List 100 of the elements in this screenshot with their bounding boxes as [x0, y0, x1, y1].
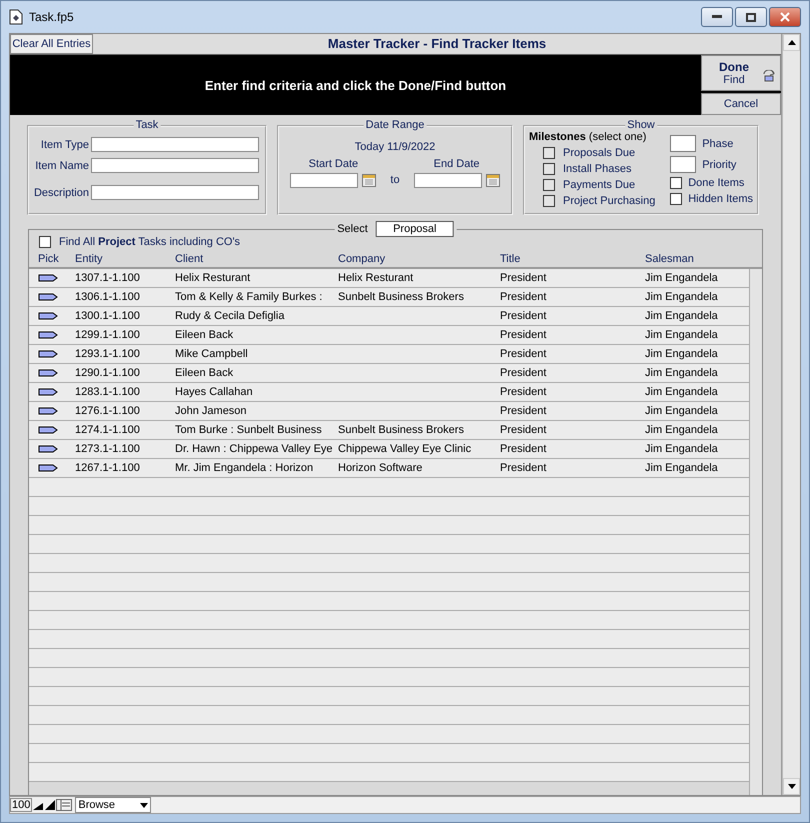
checkbox[interactable]: [39, 236, 51, 248]
checkbox[interactable]: [670, 177, 682, 189]
table-cell-text: Jim Engandela: [645, 367, 719, 379]
field-label: Priority: [702, 158, 736, 170]
scroll-down-button[interactable]: [783, 778, 800, 795]
done-find-button[interactable]: Done Find: [701, 55, 781, 91]
instruction-text: Enter find criteria and click the Done/Find button: [204, 78, 506, 92]
field-label: Phase: [702, 138, 734, 150]
table-cell-text: Helix Resturant: [338, 272, 414, 284]
pencil-icon[interactable]: [38, 445, 58, 453]
pencil-icon[interactable]: [38, 426, 58, 434]
caret-icon: [140, 802, 148, 808]
up-arrow-icon: [788, 40, 796, 45]
field-label: Description: [34, 186, 89, 198]
table-cell-text: President: [500, 272, 548, 284]
table-cell-text: President: [500, 367, 548, 379]
column-header: Entity: [75, 253, 104, 265]
table-cell-text: Jim Engandela: [645, 272, 719, 284]
table-cell-text: Jim Engandela: [645, 424, 719, 436]
pencil-icon[interactable]: [38, 388, 58, 396]
checkbox[interactable]: [543, 163, 555, 175]
find-icon: [762, 70, 776, 82]
table-cell-text: President: [500, 310, 548, 322]
minimize-button[interactable]: [701, 7, 733, 27]
window-title: Task.fp5: [29, 10, 74, 24]
checkbox-label: Install Phases: [563, 163, 632, 175]
column-header: Pick: [38, 253, 60, 265]
input-field[interactable]: [670, 156, 696, 173]
table-cell-text: 1307.1-1.100: [75, 272, 141, 284]
calendar-icon[interactable]: [486, 174, 500, 187]
table-cell-text: Jim Engandela: [645, 291, 719, 303]
table-cell-text: Eileen Back: [175, 329, 234, 341]
table-cell-text: Eileen Back: [175, 367, 234, 379]
zoom-level[interactable]: 100: [10, 798, 32, 812]
clear-all-button[interactable]: Clear All Entries: [10, 34, 93, 54]
column-header: Company: [338, 253, 386, 265]
table-cell-text: 1274.1-1.100: [75, 424, 141, 436]
scroll-up-button[interactable]: [783, 34, 800, 51]
table-cell-text: 1276.1-1.100: [75, 405, 141, 417]
input-field[interactable]: [91, 185, 259, 200]
group-title: Select: [337, 223, 368, 235]
checkbox[interactable]: [543, 195, 555, 207]
column-header: Salesman: [645, 253, 695, 265]
pencil-icon[interactable]: [38, 312, 58, 320]
table-cell-text: President: [500, 462, 548, 474]
input-field[interactable]: [91, 158, 259, 173]
date-field[interactable]: [414, 173, 482, 188]
checkbox-label: Payments Due: [563, 179, 636, 191]
table-cell-text: Chippewa Valley Eye Clinic: [338, 443, 472, 455]
table-cell-text: John Jameson: [175, 405, 248, 417]
table-cell-text: 1267.1-1.100: [75, 462, 141, 474]
table-cell-text: Jim Engandela: [645, 405, 719, 417]
table-cell-text: 1273.1-1.100: [75, 443, 141, 455]
pencil-icon[interactable]: [38, 369, 58, 377]
table-cell-text: Jim Engandela: [645, 462, 719, 474]
checkbox[interactable]: [543, 179, 555, 191]
calendar-icon[interactable]: [362, 174, 376, 187]
table-cell-text: 1290.1-1.100: [75, 367, 141, 379]
pencil-icon[interactable]: [38, 274, 58, 282]
table-cell-text: President: [500, 291, 548, 303]
table-cell-text: President: [500, 424, 548, 436]
close-button[interactable]: [769, 7, 801, 27]
table-cell-text: Jim Engandela: [645, 348, 719, 360]
group-title: Date Range: [364, 119, 426, 131]
table-cell-text: Horizon Software: [338, 462, 424, 474]
table-cell-text: Tom Burke : Sunbelt Business: [175, 424, 323, 436]
milestones-heading: Milestones (select one): [529, 131, 646, 143]
scrollbar[interactable]: [749, 269, 762, 795]
checkbox-label: Hidden Items: [688, 193, 753, 205]
zoom-icon[interactable]: [32, 799, 56, 811]
pencil-icon[interactable]: [38, 464, 58, 472]
column-header: Title: [500, 253, 522, 265]
down-arrow-icon: [788, 784, 796, 789]
pencil-icon[interactable]: [38, 350, 58, 358]
pencil-icon[interactable]: [38, 407, 58, 415]
field-label: Start Date: [308, 158, 358, 170]
layout-title: Master Tracker - Find Tracker Items: [93, 34, 781, 54]
close-icon: [780, 12, 790, 22]
today-date: Today 11/9/2022: [354, 141, 436, 153]
mode-dropdown[interactable]: Browse: [75, 797, 152, 813]
table-cell-text: Sunbelt Business Brokers: [338, 291, 465, 303]
pencil-icon[interactable]: [38, 331, 58, 339]
input-field[interactable]: [91, 137, 259, 152]
proposal-tab[interactable]: Proposal: [376, 221, 454, 237]
table-cell-text: Mike Campbell: [175, 348, 249, 360]
scrollbar[interactable]: [782, 34, 800, 795]
date-field[interactable]: [290, 173, 358, 188]
table-cell-text: President: [500, 329, 548, 341]
checkbox-label: Find All Project Tasks including CO's: [59, 236, 240, 248]
table-cell-text: President: [500, 348, 548, 360]
input-field[interactable]: [670, 135, 696, 152]
layout-icon[interactable]: [56, 799, 72, 811]
checkbox-label: Project Purchasing: [563, 195, 656, 207]
table-cell-text: Helix Resturant: [175, 272, 252, 284]
pencil-icon[interactable]: [38, 293, 58, 301]
field-label: Item Type: [40, 138, 89, 150]
checkbox[interactable]: [670, 193, 682, 205]
maximize-button[interactable]: [735, 7, 767, 27]
cancel-button[interactable]: Cancel: [701, 93, 781, 115]
checkbox[interactable]: [543, 147, 555, 159]
